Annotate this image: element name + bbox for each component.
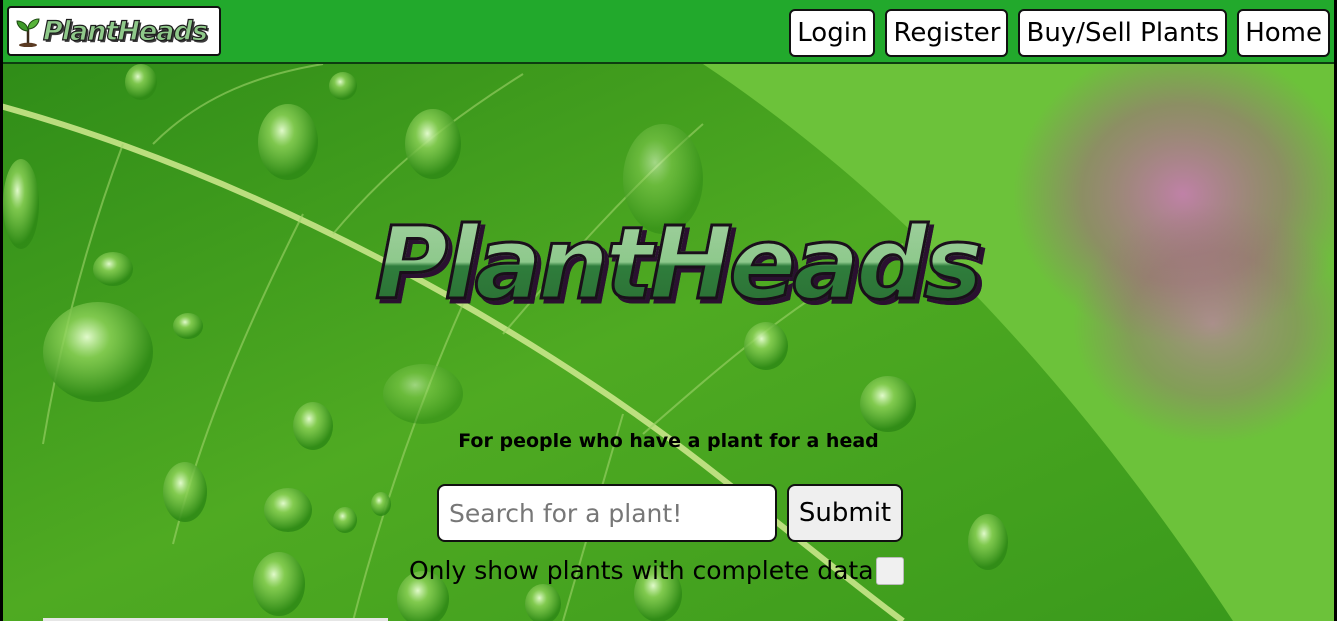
page: PlantHeads Login Register Buy/Sell Plant… [0,0,1337,621]
submit-button[interactable]: Submit [787,484,903,542]
buy-sell-plants-button[interactable]: Buy/Sell Plants [1018,9,1228,57]
login-button[interactable]: Login [789,9,876,57]
complete-data-checkbox[interactable] [875,556,904,585]
navbar: PlantHeads Login Register Buy/Sell Plant… [3,0,1334,64]
home-logo-link[interactable]: PlantHeads [7,6,221,56]
tagline: For people who have a plant for a head [3,430,1334,452]
sprout-icon [16,18,40,47]
tagline-text: For people who have a plant for a head [458,430,879,452]
hero-section: PlantHeads For people who have a plant f… [3,64,1334,621]
home-button[interactable]: Home [1237,9,1330,57]
logo-text: PlantHeads [42,15,208,47]
complete-data-label: Only show plants with complete data [409,556,874,585]
nav-links: Login Register Buy/Sell Plants Home [789,9,1330,57]
complete-data-filter: Only show plants with complete data [409,556,904,585]
search-form: Submit [437,484,903,542]
hero-logo-title: PlantHeads [373,205,984,322]
register-button[interactable]: Register [885,9,1009,57]
search-input[interactable] [437,484,777,542]
